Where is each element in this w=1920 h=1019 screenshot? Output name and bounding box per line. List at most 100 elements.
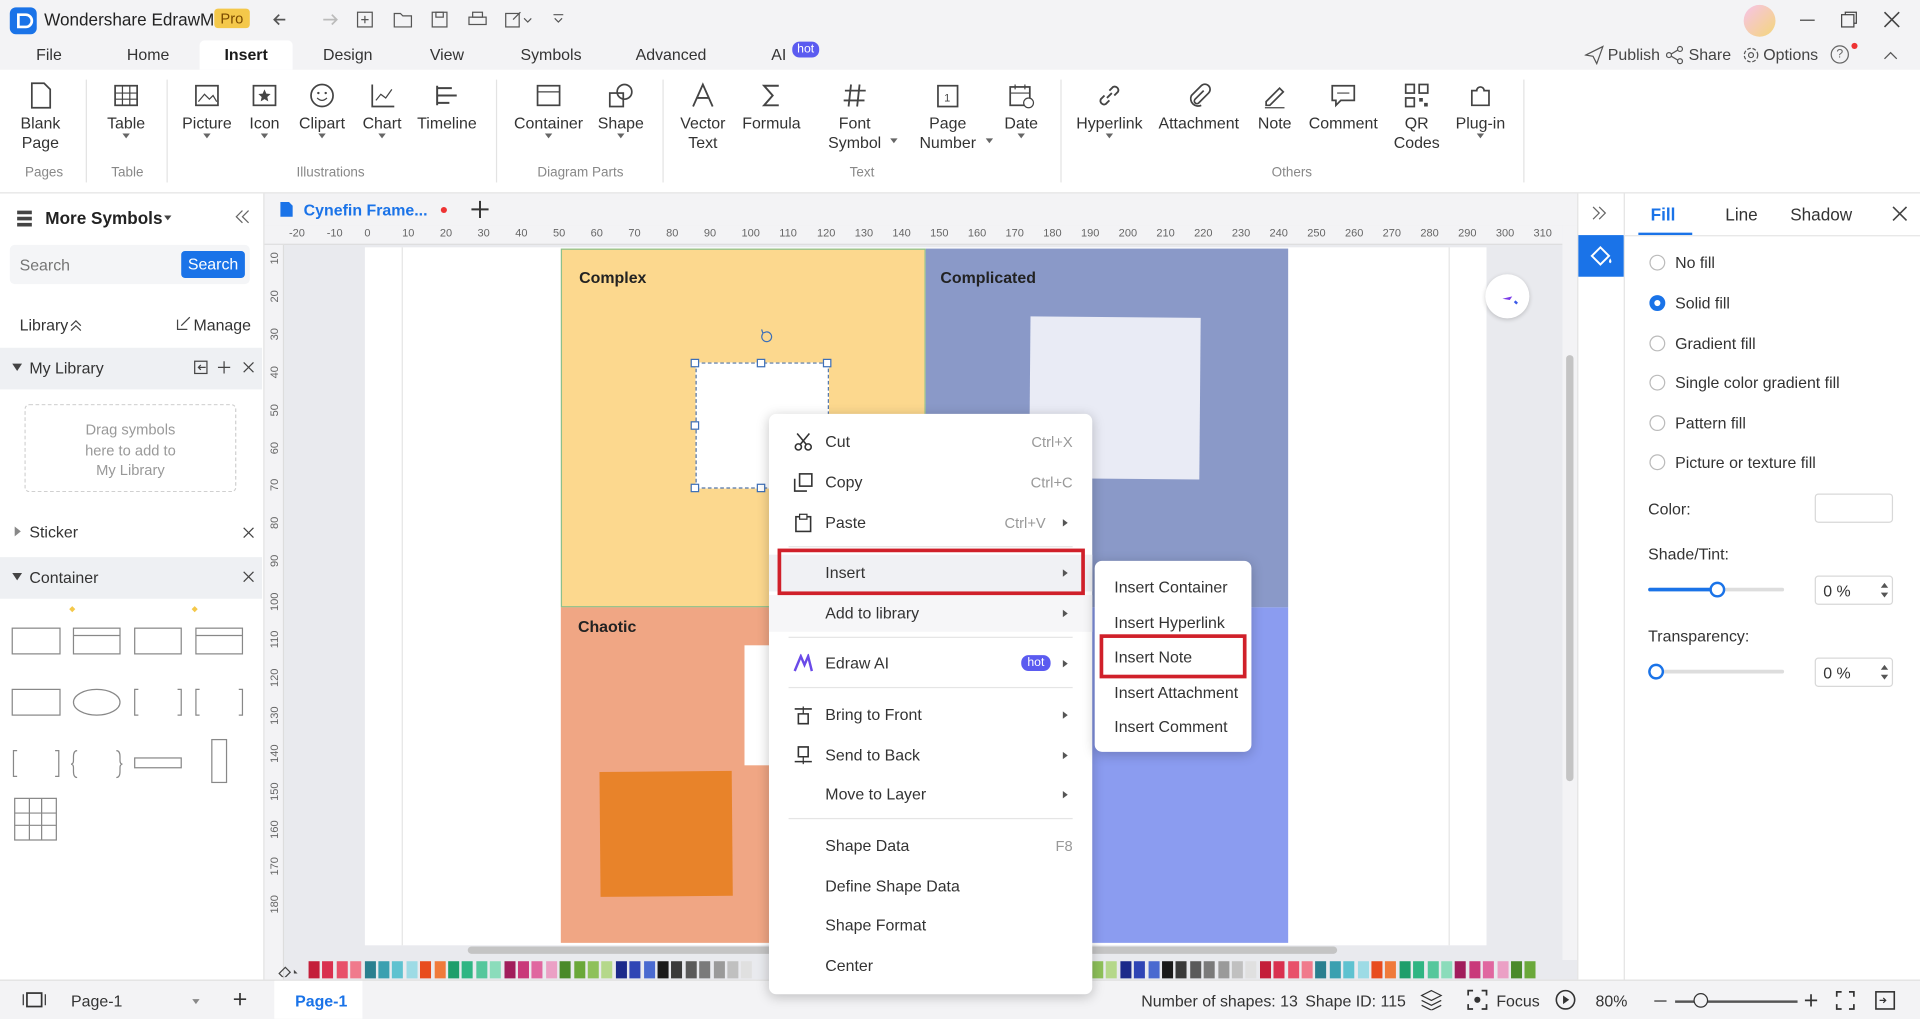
library-collapse-icon[interactable] [70, 319, 82, 332]
color-swatch[interactable] [1175, 961, 1188, 979]
color-swatch[interactable] [601, 961, 613, 979]
blank-page-button[interactable]: Blank Page [15, 80, 66, 153]
transparency-input[interactable]: 0 % [1814, 657, 1894, 687]
color-swatch[interactable] [1497, 961, 1509, 979]
submenu-insert-comment[interactable]: Insert Comment [1114, 718, 1227, 736]
color-swatch[interactable] [1273, 961, 1285, 979]
redo-icon[interactable] [318, 11, 338, 28]
expand-panel-icon[interactable] [1591, 204, 1608, 221]
radio-pattern-fill[interactable] [1649, 415, 1666, 432]
menu-item-cut[interactable]: Cut Ctrl+X [769, 424, 1092, 461]
color-swatch[interactable] [1189, 961, 1201, 979]
color-swatch[interactable] [1162, 961, 1174, 979]
color-swatch[interactable] [1357, 961, 1369, 979]
color-swatch[interactable] [322, 961, 334, 979]
color-picker[interactable] [1814, 493, 1894, 523]
manage-button[interactable]: Manage [193, 316, 251, 334]
radio-single-color-gradient[interactable] [1649, 374, 1666, 391]
my-library-dropzone[interactable]: Drag symbols here to add to My Library [24, 404, 237, 493]
sticky-note[interactable] [599, 770, 733, 897]
help-icon[interactable]: ? [1830, 45, 1849, 64]
color-swatch[interactable] [1427, 961, 1439, 979]
container-shapes-gallery[interactable] [0, 605, 262, 850]
menu-item-shape-format[interactable]: Shape Format [769, 907, 1092, 944]
color-swatch[interactable] [420, 961, 432, 979]
color-swatch[interactable] [350, 961, 362, 979]
color-swatch[interactable] [1413, 961, 1425, 979]
color-swatch[interactable] [573, 961, 585, 979]
color-swatch[interactable] [615, 961, 627, 979]
symbol-search-input[interactable] [19, 252, 179, 277]
color-swatch[interactable] [1217, 961, 1229, 979]
color-swatch[interactable] [336, 961, 348, 979]
zoom-in-icon[interactable] [1804, 993, 1819, 1008]
zoom-level[interactable]: 80% [1596, 992, 1628, 1010]
minimize-icon[interactable] [1800, 19, 1815, 22]
radio-no-fill[interactable] [1649, 254, 1666, 271]
color-swatch[interactable] [1371, 961, 1383, 979]
fill-tool-tab[interactable] [1578, 235, 1624, 277]
collapse-ribbon-icon[interactable] [1883, 49, 1898, 61]
color-swatch[interactable] [1120, 961, 1132, 979]
color-swatch[interactable] [1106, 961, 1118, 979]
menu-item-paste[interactable]: Paste Ctrl+V [769, 504, 1092, 541]
color-swatch[interactable] [741, 961, 753, 979]
shade-slider-handle[interactable] [1708, 581, 1725, 598]
play-icon[interactable] [1555, 989, 1576, 1010]
color-swatch[interactable] [1203, 961, 1215, 979]
sticky-note[interactable] [744, 645, 772, 766]
menu-item-send-to-back[interactable]: Send to Back [769, 737, 1092, 774]
focus-icon[interactable] [1467, 989, 1488, 1010]
color-swatch[interactable] [559, 961, 571, 979]
my-library-header[interactable]: My Library [0, 347, 263, 390]
color-swatch[interactable] [1259, 961, 1271, 979]
chart-button[interactable]: Chart [358, 80, 407, 139]
color-swatch[interactable] [1134, 961, 1146, 979]
open-folder-icon[interactable] [393, 11, 413, 28]
publish-button[interactable]: Publish [1608, 45, 1660, 63]
color-swatch[interactable] [1287, 961, 1299, 979]
color-swatch[interactable] [1524, 961, 1536, 979]
color-swatch[interactable] [490, 961, 502, 979]
color-swatch[interactable] [378, 961, 390, 979]
color-swatch[interactable] [308, 961, 320, 979]
color-swatch[interactable] [671, 961, 683, 979]
shade-input[interactable]: 0 % [1814, 575, 1894, 605]
close-icon[interactable] [241, 525, 256, 540]
color-swatch[interactable] [392, 961, 404, 979]
menu-item-center[interactable]: Center [769, 948, 1092, 985]
color-swatch[interactable] [1148, 961, 1160, 979]
new-icon[interactable] [356, 11, 373, 28]
page-number-button[interactable]: 1 Page Number [913, 80, 982, 153]
tab-view[interactable]: View [416, 40, 477, 69]
save-icon[interactable] [431, 11, 448, 28]
tab-fill[interactable]: Fill [1651, 204, 1676, 224]
menu-item-bring-to-front[interactable]: Bring to Front [769, 697, 1092, 734]
color-swatch[interactable] [1455, 961, 1467, 979]
menu-item-shape-data[interactable]: Shape Data F8 [769, 828, 1092, 865]
tab-insert[interactable]: Insert [199, 40, 293, 70]
color-swatch[interactable] [1385, 961, 1397, 979]
color-swatch[interactable] [448, 961, 460, 979]
vertical-scrollbar[interactable] [1562, 225, 1578, 961]
close-window-icon[interactable] [1883, 11, 1900, 28]
font-symbol-button[interactable]: Font Symbol [820, 80, 889, 153]
font-symbol-dropdown[interactable] [890, 138, 898, 144]
tab-shadow[interactable]: Shadow [1790, 204, 1852, 224]
page-tab[interactable]: Page-1 [295, 992, 347, 1010]
import-icon[interactable] [193, 360, 208, 375]
picture-button[interactable]: Picture [179, 80, 235, 139]
timeline-button[interactable]: Timeline [414, 80, 480, 134]
stepper-icon[interactable] [1880, 582, 1890, 599]
add-page-icon[interactable] [233, 992, 248, 1007]
tab-advanced[interactable]: Advanced [629, 40, 712, 69]
document-tab[interactable]: Cynefin Frame... [304, 201, 428, 219]
ai-assistant-button[interactable] [1485, 274, 1530, 319]
tab-ai[interactable]: AI [762, 40, 796, 69]
avatar[interactable] [1743, 4, 1776, 37]
color-swatch[interactable] [713, 961, 725, 979]
share-button[interactable]: Share [1689, 45, 1731, 63]
tab-home[interactable]: Home [116, 40, 180, 69]
color-swatch[interactable] [1483, 961, 1495, 979]
color-swatch[interactable] [364, 961, 376, 979]
